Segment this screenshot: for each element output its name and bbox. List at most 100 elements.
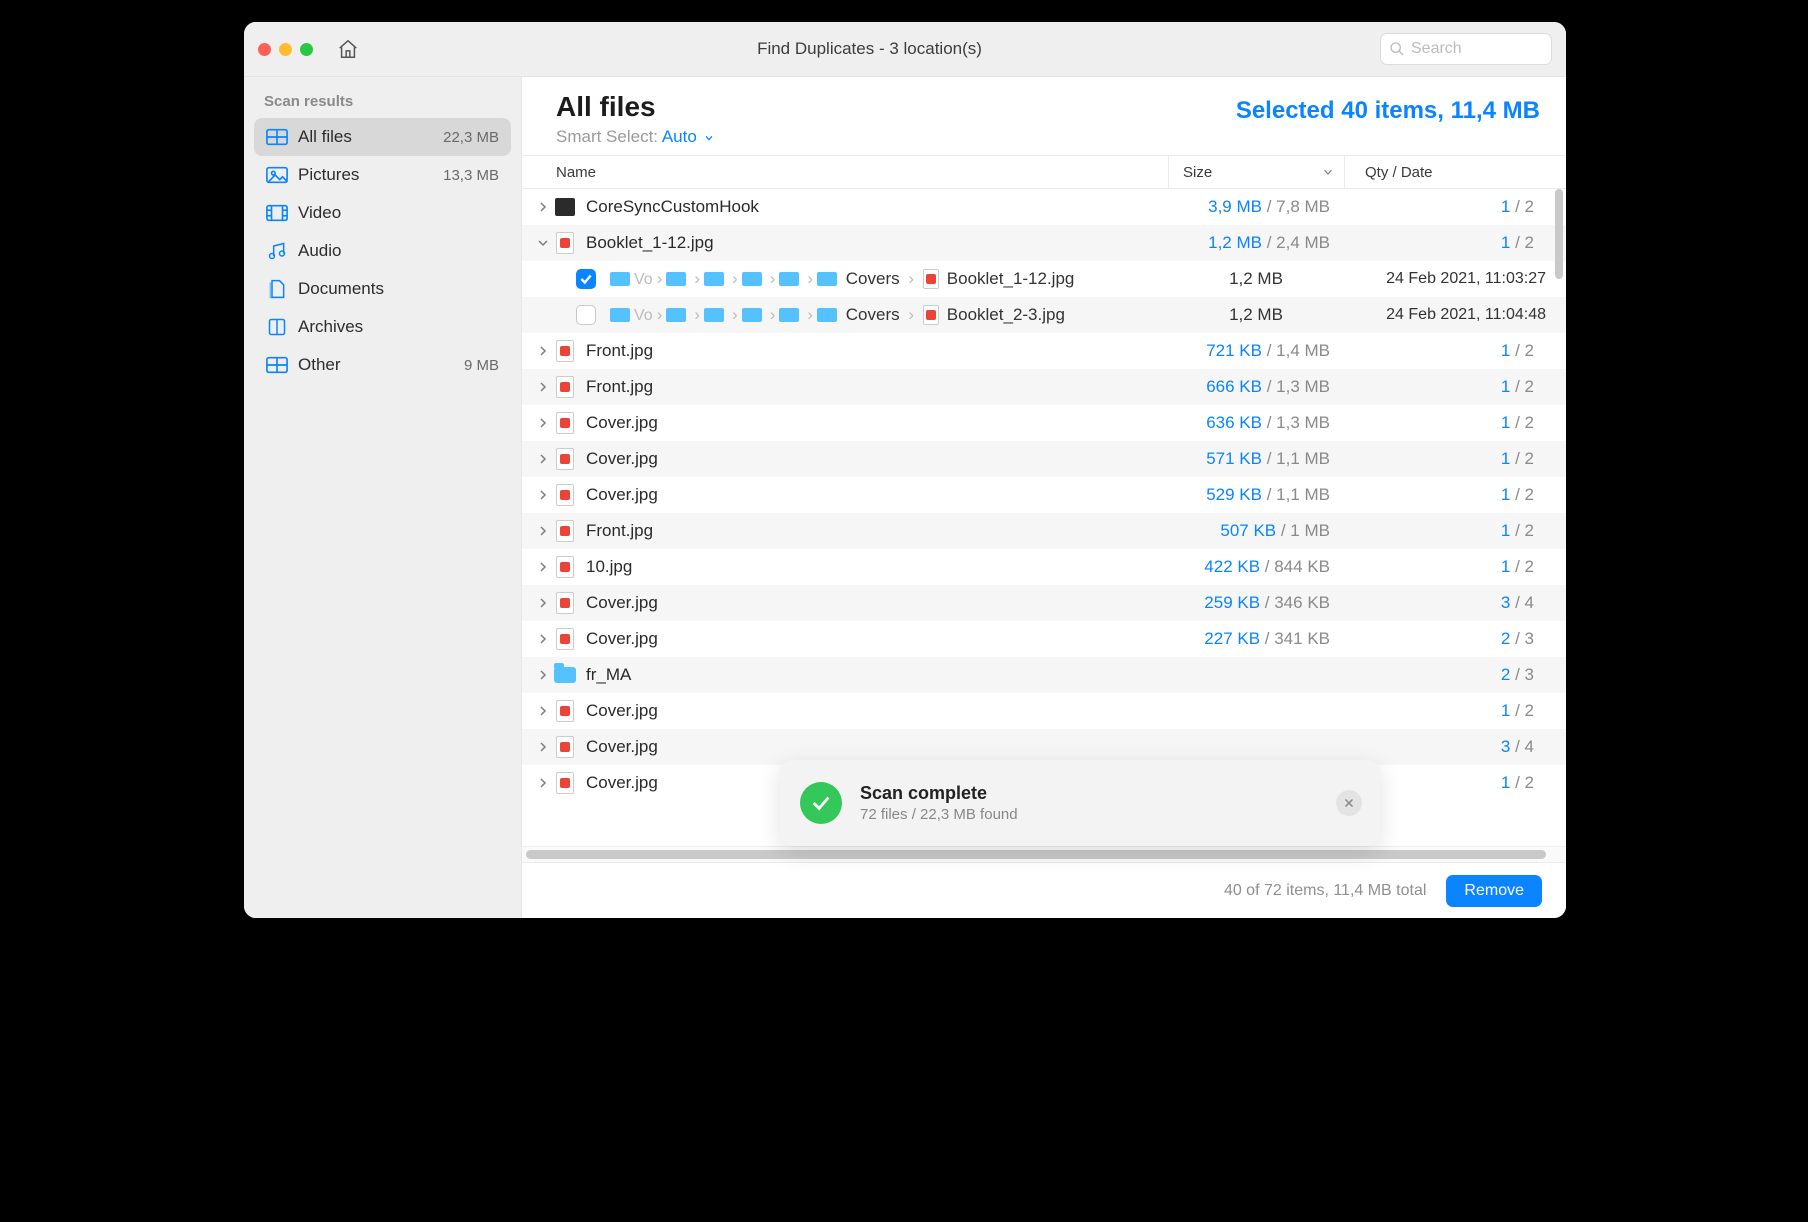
file-name: Cover.jpg [586, 701, 1168, 721]
qty-cell: 1 / 2 [1344, 377, 1566, 397]
qty-cell: 1 / 2 [1344, 341, 1566, 361]
table-row[interactable]: Front.jpg721 KB / 1,4 MB1 / 2 [522, 333, 1566, 369]
file-name: Front.jpg [586, 377, 1168, 397]
chevron-right-icon[interactable] [532, 525, 554, 537]
image-file-icon [923, 269, 939, 289]
sidebar-item-size: 9 MB [464, 357, 499, 374]
chevron-right-icon[interactable] [532, 453, 554, 465]
image-file-icon [556, 340, 574, 362]
window-title: Find Duplicates - 3 location(s) [359, 39, 1380, 59]
sidebar-item-size: 13,3 MB [443, 167, 499, 184]
checkbox[interactable] [576, 269, 596, 289]
size-cell: 3,9 MB / 7,8 MB [1168, 197, 1344, 217]
audio-icon [266, 242, 288, 260]
checkmark-icon [800, 782, 842, 824]
archive-icon [266, 318, 288, 336]
image-file-icon [556, 736, 574, 758]
sidebar-item-label: All files [298, 127, 433, 147]
table-row[interactable]: Cover.jpg259 KB / 346 KB3 / 4 [522, 585, 1566, 621]
image-file-icon [556, 448, 574, 470]
folder-icon [704, 272, 724, 286]
table-row[interactable]: Front.jpg666 KB / 1,3 MB1 / 2 [522, 369, 1566, 405]
folder-icon [779, 308, 799, 322]
table-row[interactable]: fr_MA2 / 3 [522, 657, 1566, 693]
table-row[interactable]: Cover.jpg1 / 2 [522, 693, 1566, 729]
size-cell: 571 KB / 1,1 MB [1168, 449, 1344, 469]
footer: 40 of 72 items, 11,4 MB total Remove [522, 862, 1566, 918]
smart-select[interactable]: Smart Select: Auto [556, 127, 716, 147]
chevron-right-icon[interactable] [532, 777, 554, 789]
image-file-icon [556, 592, 574, 614]
table-row[interactable]: Booklet_1-12.jpg1,2 MB / 2,4 MB1 / 2 [522, 225, 1566, 261]
video-icon [266, 204, 288, 222]
size-cell: 636 KB / 1,3 MB [1168, 413, 1344, 433]
sidebar-item-all-files[interactable]: All files22,3 MB [254, 118, 511, 156]
smart-select-value: Auto [662, 127, 697, 146]
zoom-window-button[interactable] [300, 43, 313, 56]
search-input[interactable]: Search [1380, 33, 1552, 65]
file-name: CoreSyncCustomHook [586, 197, 1168, 217]
checkbox[interactable] [576, 305, 596, 325]
sidebar-item-pictures[interactable]: Pictures13,3 MB [254, 156, 511, 194]
table-row[interactable]: Front.jpg507 KB / 1 MB1 / 2 [522, 513, 1566, 549]
chevron-right-icon[interactable] [532, 489, 554, 501]
image-file-icon [556, 376, 574, 398]
sidebar-item-video[interactable]: Video [254, 194, 511, 232]
chevron-right-icon[interactable] [532, 633, 554, 645]
executable-icon [555, 198, 575, 216]
table-row[interactable]: Cover.jpg529 KB / 1,1 MB1 / 2 [522, 477, 1566, 513]
size-cell: 259 KB / 346 KB [1168, 593, 1344, 613]
size-cell: 507 KB / 1 MB [1168, 521, 1344, 541]
table-subrow[interactable]: Vo››››› Covers › Booklet_2-3.jpg1,2 MB24… [522, 297, 1566, 333]
chevron-right-icon[interactable] [532, 597, 554, 609]
chevron-right-icon[interactable] [532, 201, 554, 213]
remove-button[interactable]: Remove [1446, 875, 1542, 907]
toast-close-button[interactable] [1336, 790, 1362, 816]
horizontal-scrollbar[interactable] [526, 850, 1546, 859]
doc-icon [266, 280, 288, 298]
sidebar-item-label: Documents [298, 279, 489, 299]
file-name: Booklet_1-12.jpg [586, 233, 1168, 253]
folder-icon [742, 308, 762, 322]
file-path: Vo››››› Covers › Booklet_1-12.jpg [610, 269, 1168, 290]
column-size[interactable]: Size [1168, 156, 1344, 188]
sidebar-item-archives[interactable]: Archives [254, 308, 511, 346]
folder-icon [554, 667, 576, 683]
chevron-down-icon[interactable] [532, 237, 554, 249]
chevron-right-icon[interactable] [532, 741, 554, 753]
qty-cell: 1 / 2 [1344, 197, 1566, 217]
table-row[interactable]: Cover.jpg636 KB / 1,3 MB1 / 2 [522, 405, 1566, 441]
file-name: fr_MA [586, 665, 1168, 685]
chevron-right-icon[interactable] [532, 561, 554, 573]
page-title: All files [556, 91, 716, 123]
image-file-icon [923, 305, 939, 325]
sidebar-item-other[interactable]: Other 9 MB [254, 346, 511, 384]
selected-summary: Selected 40 items, 11,4 MB [1236, 91, 1540, 125]
file-name: Cover.jpg [586, 737, 1168, 757]
toast: Scan complete 72 files / 22,3 MB found [780, 760, 1380, 846]
sidebar-item-documents[interactable]: Documents [254, 270, 511, 308]
table-row[interactable]: Cover.jpg227 KB / 341 KB2 / 3 [522, 621, 1566, 657]
sidebar-item-label: Archives [298, 317, 489, 337]
chevron-right-icon[interactable] [532, 345, 554, 357]
chevron-right-icon[interactable] [532, 705, 554, 717]
main: All files Smart Select: Auto Selected 40… [522, 77, 1566, 918]
close-window-button[interactable] [258, 43, 271, 56]
minimize-window-button[interactable] [279, 43, 292, 56]
chevron-right-icon[interactable] [532, 417, 554, 429]
table-subrow[interactable]: Vo››››› Covers › Booklet_1-12.jpg1,2 MB2… [522, 261, 1566, 297]
image-file-icon [556, 700, 574, 722]
sidebar-item-audio[interactable]: Audio [254, 232, 511, 270]
column-qty[interactable]: Qty / Date [1344, 156, 1566, 188]
vertical-scrollbar[interactable] [1555, 189, 1563, 279]
file-path: Vo››››› Covers › Booklet_2-3.jpg [610, 305, 1168, 326]
sidebar-item-label: Other [298, 355, 454, 375]
table-row[interactable]: CoreSyncCustomHook3,9 MB / 7,8 MB1 / 2 [522, 189, 1566, 225]
chevron-right-icon[interactable] [532, 381, 554, 393]
chevron-right-icon[interactable] [532, 669, 554, 681]
column-name[interactable]: Name [556, 164, 1168, 181]
window-controls [258, 43, 313, 56]
table-row[interactable]: Cover.jpg571 KB / 1,1 MB1 / 2 [522, 441, 1566, 477]
home-button[interactable] [337, 38, 359, 60]
table-row[interactable]: 10.jpg422 KB / 844 KB1 / 2 [522, 549, 1566, 585]
